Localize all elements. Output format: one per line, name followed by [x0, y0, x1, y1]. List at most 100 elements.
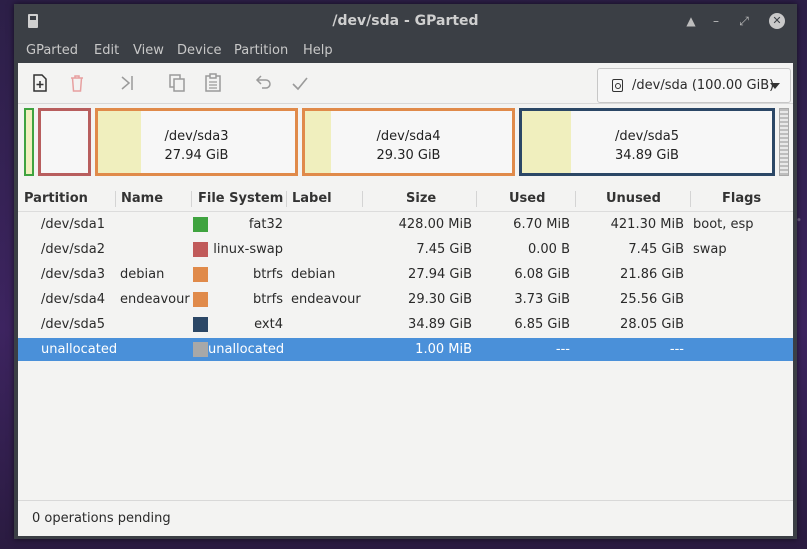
- fs-color-swatch: [193, 267, 208, 282]
- menu-edit[interactable]: Edit: [94, 43, 119, 58]
- close-button[interactable]: ✕: [769, 13, 785, 29]
- device-selector-value: /dev/sda (100.00 GiB): [632, 78, 775, 93]
- cell-partition: /dev/sda1: [41, 217, 105, 232]
- graph-partition-name: /dev/sda4: [376, 129, 441, 144]
- eject-icon[interactable]: ▲: [681, 11, 701, 31]
- table-row[interactable]: /dev/sda5 ext4 34.89 GiB 6.85 GiB 28.05 …: [18, 313, 793, 336]
- gparted-window: /dev/sda - GParted ▲ – ⤢ ✕ GParted Edit …: [14, 4, 797, 539]
- cell-unused: 7.45 GiB: [628, 242, 684, 257]
- cell-unused: 21.86 GiB: [620, 267, 684, 282]
- cell-used: ---: [555, 342, 570, 357]
- column-separator: [286, 191, 287, 207]
- cell-partition: /dev/sda3: [41, 267, 105, 282]
- status-bar: 0 operations pending: [18, 500, 793, 536]
- graph-partition-sda5[interactable]: /dev/sda5 34.89 GiB: [519, 108, 775, 176]
- cell-label: debian: [291, 267, 336, 282]
- fs-color-swatch: [193, 217, 208, 232]
- partition-table: Partition Name File System Label Size Us…: [18, 187, 793, 500]
- cell-used: 6.08 GiB: [514, 267, 570, 282]
- graph-partition-size: 27.94 GiB: [164, 148, 229, 163]
- graph-partition-sda4[interactable]: /dev/sda4 29.30 GiB: [302, 108, 515, 176]
- cell-used: 6.70 MiB: [513, 217, 570, 232]
- main-area: /dev/sda (100.00 GiB) /dev/sda3 27.94 Gi…: [18, 63, 793, 536]
- cell-size: 7.45 GiB: [416, 242, 472, 257]
- menu-device[interactable]: Device: [177, 43, 221, 58]
- col-file-system[interactable]: File System: [198, 191, 283, 206]
- column-separator: [575, 191, 576, 207]
- cell-partition: unallocated: [41, 342, 118, 357]
- partition-graph: /dev/sda3 27.94 GiB /dev/sda4 29.30 GiB …: [18, 106, 793, 182]
- fs-color-swatch: [193, 242, 208, 257]
- status-text: 0 operations pending: [32, 511, 171, 526]
- new-partition-icon[interactable]: [29, 72, 51, 94]
- apply-icon[interactable]: [289, 72, 311, 94]
- cell-partition: /dev/sda4: [41, 292, 105, 307]
- menubar: GParted Edit View Device Partition Help: [18, 40, 793, 64]
- window-title: /dev/sda - GParted: [332, 13, 479, 29]
- resize-move-icon[interactable]: [116, 72, 138, 94]
- column-separator: [476, 191, 477, 207]
- toolbar: /dev/sda (100.00 GiB): [18, 63, 793, 104]
- col-partition[interactable]: Partition: [24, 191, 88, 206]
- cell-name: endeavour: [120, 292, 190, 307]
- col-label[interactable]: Label: [292, 191, 332, 206]
- delete-partition-icon[interactable]: [66, 72, 88, 94]
- cell-file-system: ext4: [254, 317, 283, 332]
- disk-icon: [612, 79, 623, 92]
- minimize-button[interactable]: –: [706, 11, 726, 31]
- menu-view[interactable]: View: [133, 43, 164, 58]
- maximize-button[interactable]: ⤢: [734, 11, 754, 31]
- table-row[interactable]: /dev/sda4 endeavour btrfs endeavour 29.3…: [18, 288, 793, 311]
- table-header: Partition Name File System Label Size Us…: [18, 187, 793, 212]
- cell-file-system: btrfs: [252, 267, 283, 282]
- menu-gparted[interactable]: GParted: [26, 43, 78, 58]
- cell-used: 3.73 GiB: [514, 292, 570, 307]
- col-size[interactable]: Size: [406, 191, 436, 206]
- table-row[interactable]: /dev/sda1 fat32 428.00 MiB 6.70 MiB 421.…: [18, 213, 793, 236]
- cell-label: endeavour: [291, 292, 361, 307]
- col-unused[interactable]: Unused: [606, 191, 661, 206]
- col-flags[interactable]: Flags: [722, 191, 761, 206]
- graph-partition-sda2[interactable]: [38, 108, 91, 176]
- menu-partition[interactable]: Partition: [234, 43, 288, 58]
- col-name[interactable]: Name: [121, 191, 163, 206]
- graph-partition-sda3[interactable]: /dev/sda3 27.94 GiB: [95, 108, 298, 176]
- cell-size: 29.30 GiB: [408, 292, 472, 307]
- chevron-down-icon: [770, 83, 780, 89]
- graph-partition-name: /dev/sda3: [164, 129, 229, 144]
- copy-icon[interactable]: [166, 72, 188, 94]
- fs-color-swatch: [193, 292, 208, 307]
- cell-file-system: fat32: [248, 217, 283, 232]
- cell-flags: swap: [693, 242, 727, 257]
- titlebar[interactable]: /dev/sda - GParted ▲ – ⤢ ✕: [14, 4, 797, 38]
- cell-name: debian: [120, 267, 165, 282]
- cell-size: 428.00 MiB: [398, 217, 472, 232]
- cell-unused: 28.05 GiB: [620, 317, 684, 332]
- paste-icon[interactable]: [202, 72, 224, 94]
- cell-size: 27.94 GiB: [408, 267, 472, 282]
- cell-flags: boot, esp: [693, 217, 754, 232]
- graph-unallocated[interactable]: [779, 108, 789, 176]
- column-separator: [690, 191, 691, 207]
- table-row-selected[interactable]: unallocated unallocated 1.00 MiB --- ---: [18, 338, 793, 361]
- device-selector[interactable]: /dev/sda (100.00 GiB): [597, 68, 791, 103]
- fs-color-swatch: [193, 342, 208, 357]
- table-row[interactable]: /dev/sda3 debian btrfs debian 27.94 GiB …: [18, 263, 793, 286]
- undo-icon[interactable]: [252, 72, 274, 94]
- col-used[interactable]: Used: [509, 191, 545, 206]
- cell-size: 1.00 MiB: [415, 342, 472, 357]
- graph-partition-name: /dev/sda5: [615, 129, 679, 144]
- cell-unused: 25.56 GiB: [620, 292, 684, 307]
- graph-partition-sda1[interactable]: [24, 108, 34, 176]
- cell-file-system: unallocated: [208, 342, 285, 357]
- menu-help[interactable]: Help: [303, 43, 333, 58]
- cell-partition: /dev/sda2: [41, 242, 105, 257]
- cell-used: 6.85 GiB: [514, 317, 570, 332]
- column-separator: [115, 191, 116, 207]
- fs-color-swatch: [193, 317, 208, 332]
- cell-file-system: btrfs: [252, 292, 283, 307]
- graph-partition-size: 29.30 GiB: [376, 148, 441, 163]
- cell-unused: 421.30 MiB: [610, 217, 684, 232]
- table-row[interactable]: /dev/sda2 linux-swap 7.45 GiB 0.00 B 7.4…: [18, 238, 793, 261]
- cell-unused: ---: [669, 342, 684, 357]
